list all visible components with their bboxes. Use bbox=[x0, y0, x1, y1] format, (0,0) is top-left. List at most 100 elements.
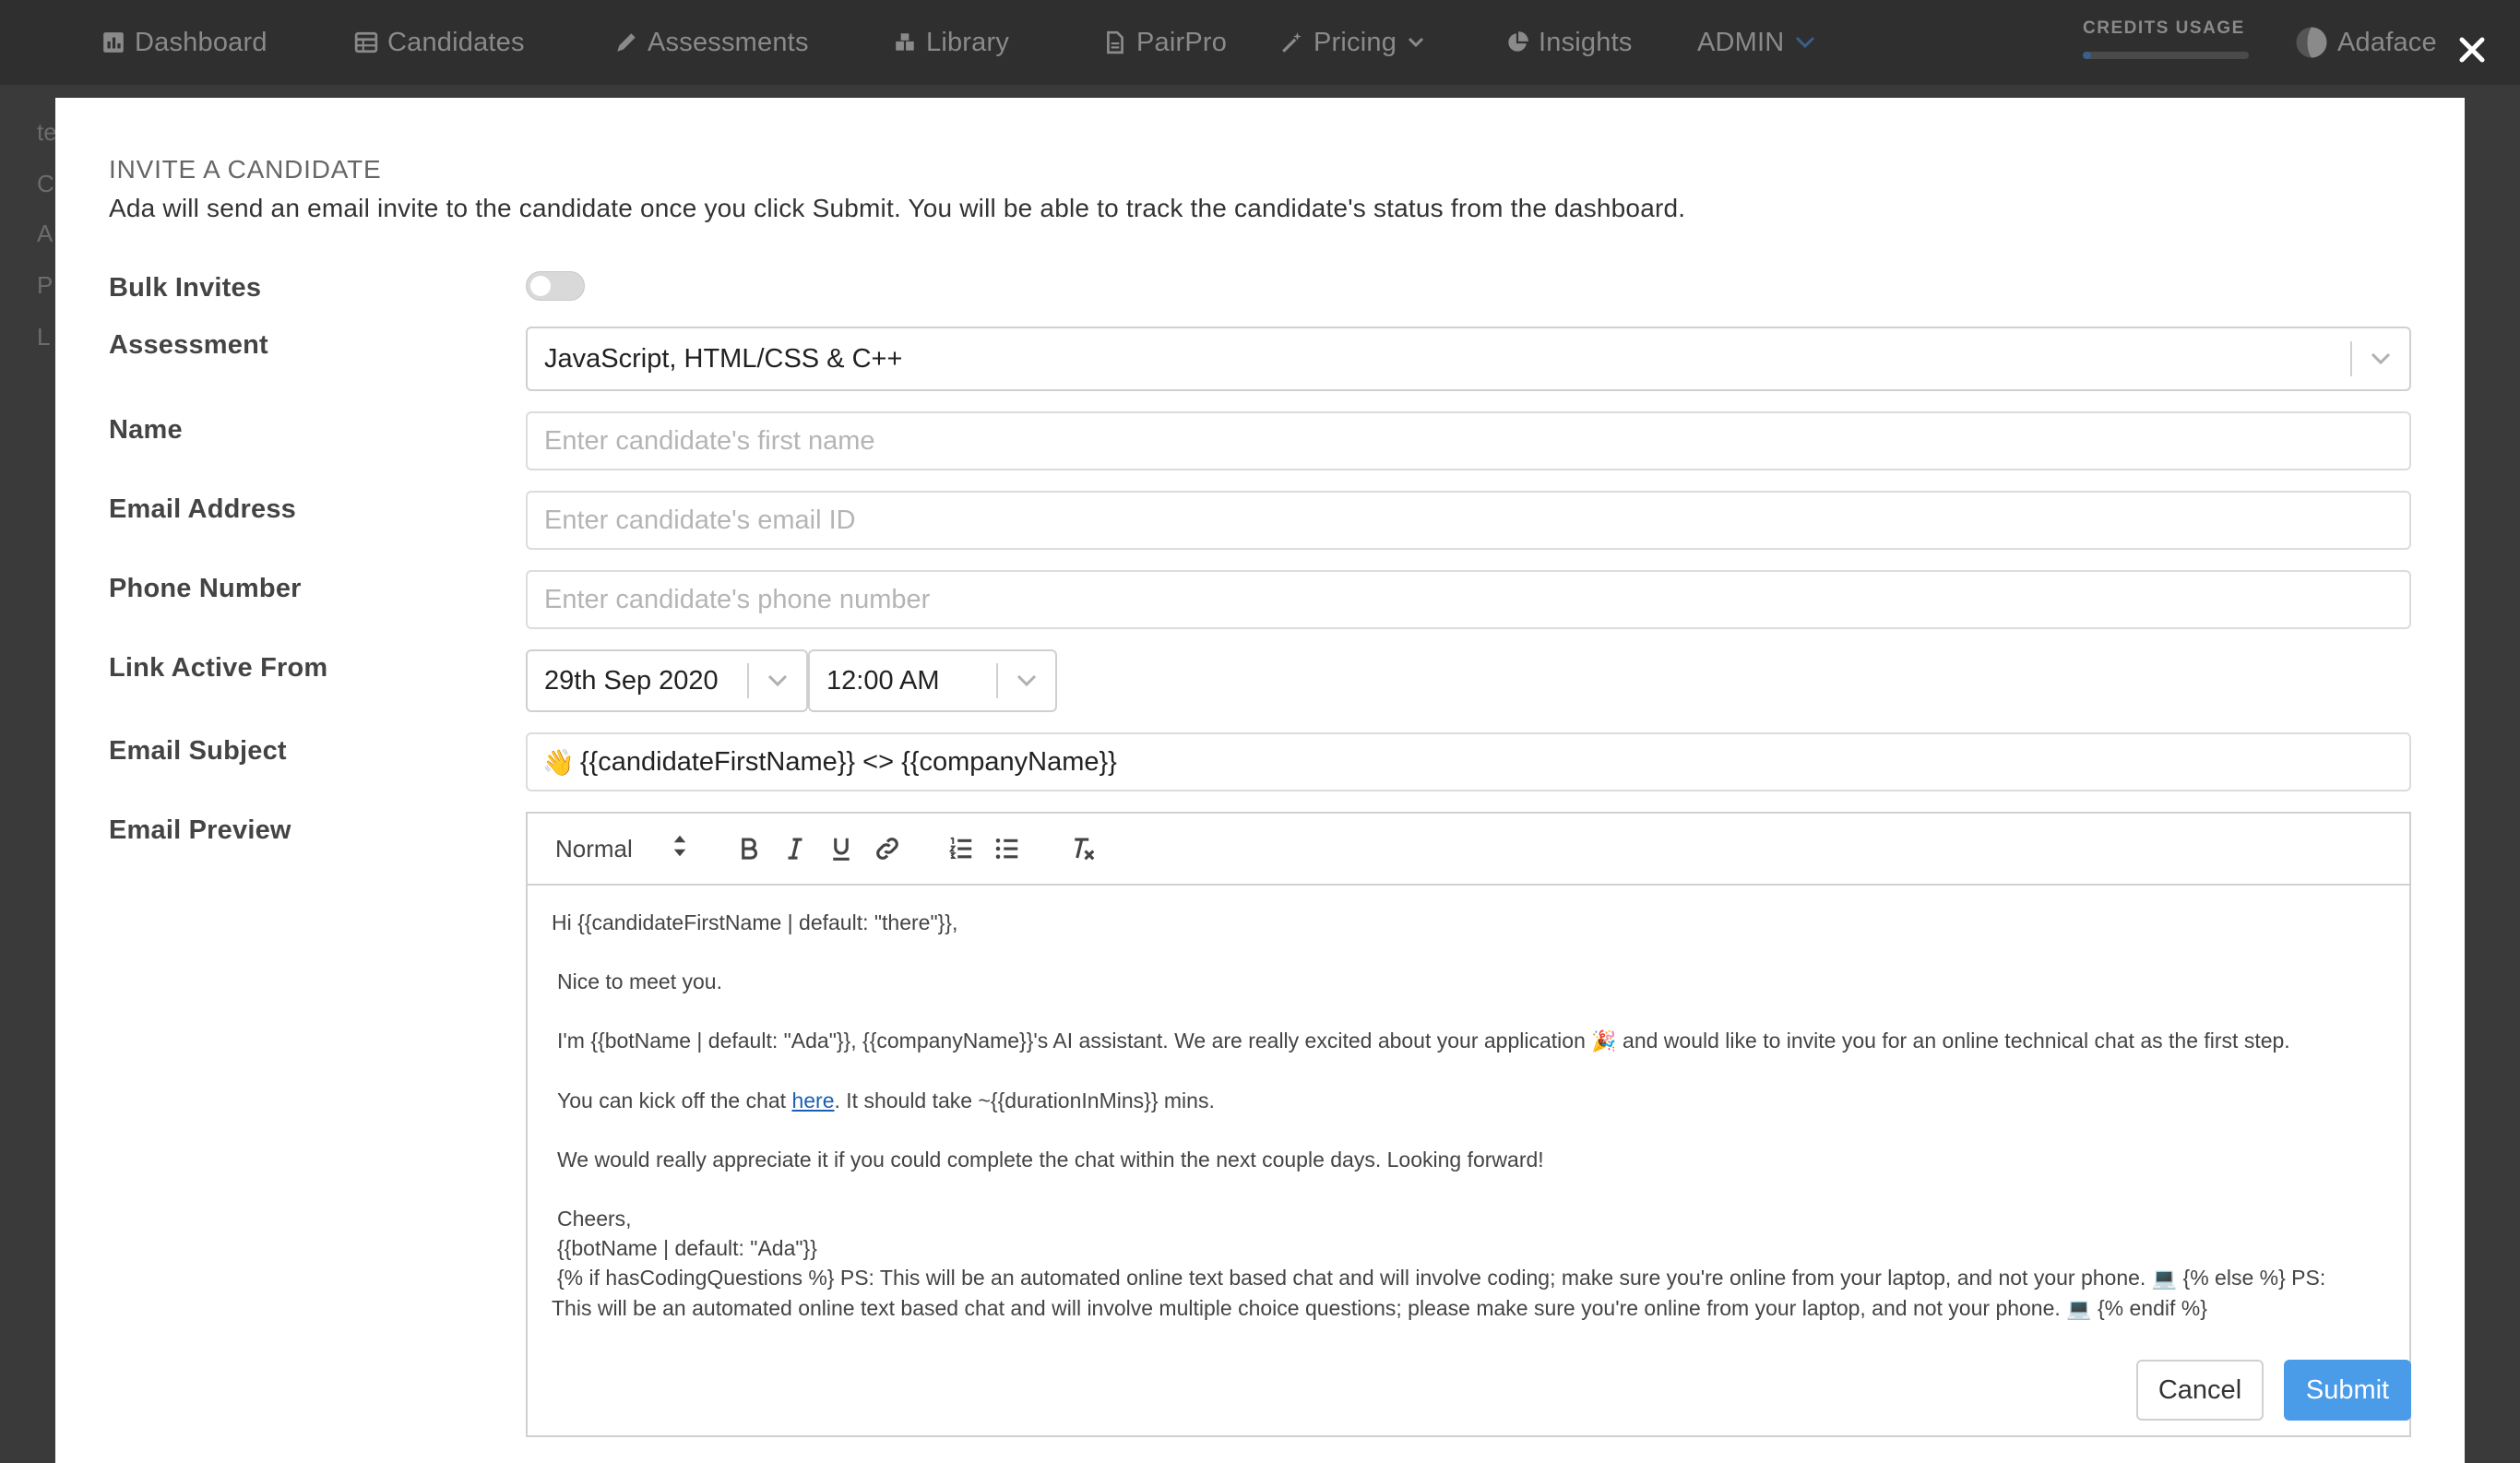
nav-pricing-label: Pricing bbox=[1313, 27, 1397, 57]
nav-candidates[interactable]: Candidates bbox=[354, 24, 525, 61]
invite-candidate-modal: INVITE A CANDIDATE Ada will send an emai… bbox=[55, 98, 2465, 1463]
background-text: te bbox=[37, 118, 57, 146]
clear-format-button[interactable] bbox=[1066, 832, 1100, 865]
time-select[interactable]: 12:00 AM bbox=[808, 649, 1057, 712]
bullet-list-button[interactable] bbox=[991, 832, 1024, 865]
date-value: 29th Sep 2020 bbox=[544, 665, 719, 696]
bulk-invites-toggle[interactable] bbox=[526, 271, 585, 301]
ordered-list-button[interactable] bbox=[945, 832, 978, 865]
background-text: L bbox=[37, 323, 51, 351]
credits-usage-fill bbox=[2083, 52, 2091, 59]
nav-assessments[interactable]: Assessments bbox=[614, 24, 809, 61]
email-text: and would like to invite you for an onli… bbox=[1616, 1029, 2290, 1053]
chevron-down-icon bbox=[1795, 36, 1815, 49]
updown-arrows-icon bbox=[666, 832, 694, 866]
credits-usage-label: CREDITS USAGE bbox=[2083, 18, 2245, 38]
email-text: {% else %} PS: bbox=[2177, 1266, 2326, 1290]
phone-label: Phone Number bbox=[109, 574, 302, 603]
nav-insights[interactable]: Insights bbox=[1505, 24, 1633, 61]
dashboard-icon bbox=[101, 30, 125, 54]
nav-library-label: Library bbox=[926, 27, 1010, 57]
chevron-down-icon bbox=[749, 673, 806, 688]
email-line: You can kick off the chat here. It shoul… bbox=[552, 1086, 2409, 1115]
email-subject-input[interactable]: 👋 {{candidateFirstName}} <> {{companyNam… bbox=[526, 732, 2411, 791]
italic-button[interactable] bbox=[779, 832, 812, 865]
nav-dashboard-label: Dashboard bbox=[135, 27, 267, 57]
bullet-list-icon bbox=[995, 839, 1018, 859]
waving-hand-emoji: 👋 bbox=[542, 747, 575, 777]
email-line: I'm {{botName | default: "Ada"}}, {{comp… bbox=[552, 1026, 2409, 1056]
date-select[interactable]: 29th Sep 2020 bbox=[526, 649, 808, 712]
boxes-icon bbox=[893, 30, 917, 54]
email-text: {% if hasCodingQuestions %} PS: This wil… bbox=[557, 1266, 2152, 1290]
close-modal-button[interactable] bbox=[2455, 33, 2489, 66]
time-value: 12:00 AM bbox=[826, 665, 940, 696]
email-line: We would really appreciate it if you cou… bbox=[557, 1148, 1544, 1172]
editor-toolbar: Normal bbox=[528, 814, 2409, 886]
email-text: This will be an automated online text ba… bbox=[552, 1296, 2067, 1320]
chevron-down-icon bbox=[998, 673, 1055, 688]
background-text: A bbox=[37, 220, 53, 247]
nav-insights-label: Insights bbox=[1539, 27, 1633, 57]
assessment-label: Assessment bbox=[109, 330, 268, 360]
user-menu[interactable]: Adaface bbox=[2295, 24, 2437, 61]
ordered-list-icon bbox=[948, 837, 972, 859]
laptop-emoji: 💻 bbox=[2066, 1297, 2092, 1320]
modal-description: Ada will send an email invite to the can… bbox=[109, 194, 1686, 222]
pencil-icon bbox=[614, 30, 638, 54]
submit-button[interactable]: Submit bbox=[2284, 1360, 2411, 1421]
chevron-down-icon bbox=[2352, 351, 2409, 366]
cancel-button[interactable]: Cancel bbox=[2136, 1360, 2264, 1421]
party-popper-emoji: 🎉 bbox=[1591, 1029, 1617, 1053]
email-subject-label: Email Subject bbox=[109, 736, 287, 766]
email-line: {% if hasCodingQuestions %} PS: This wil… bbox=[552, 1263, 2409, 1293]
email-preview-editor[interactable]: Normal Hi {{candidateFirstName | default… bbox=[526, 812, 2411, 1437]
email-greeting: Hi {{candidateFirstName | default: "ther… bbox=[552, 910, 958, 934]
credits-usage[interactable]: CREDITS USAGE bbox=[2083, 18, 2249, 59]
nav-pricing[interactable]: Pricing bbox=[1280, 24, 1424, 61]
text-format-select[interactable]: Normal bbox=[555, 832, 694, 865]
background-text: C bbox=[37, 170, 54, 197]
assessment-value: JavaScript, HTML/CSS & C++ bbox=[544, 343, 903, 374]
email-line: This will be an automated online text ba… bbox=[552, 1293, 2409, 1324]
nav-library[interactable]: Library bbox=[893, 24, 1009, 61]
nav-assessments-label: Assessments bbox=[648, 27, 809, 57]
email-text: {% endif %} bbox=[2091, 1296, 2207, 1320]
toggle-knob bbox=[530, 276, 551, 296]
email-label: Email Address bbox=[109, 494, 296, 524]
phone-input[interactable] bbox=[526, 570, 2411, 629]
email-input[interactable] bbox=[526, 491, 2411, 550]
top-navigation: Dashboard Candidates Assessments Library… bbox=[0, 0, 2520, 85]
nav-admin[interactable]: ADMIN bbox=[1697, 24, 1815, 61]
underline-button[interactable] bbox=[825, 832, 858, 865]
background-text: P bbox=[37, 271, 53, 299]
name-input[interactable] bbox=[526, 411, 2411, 470]
link-icon bbox=[876, 838, 898, 860]
email-text: You can kick off the chat bbox=[557, 1088, 792, 1112]
italic-icon bbox=[788, 838, 802, 860]
nav-pairpro-label: PairPro bbox=[1136, 27, 1228, 57]
bold-icon bbox=[742, 838, 757, 860]
nav-pairpro[interactable]: PairPro bbox=[1103, 24, 1227, 61]
credits-usage-bar bbox=[2083, 52, 2249, 59]
link-active-label: Link Active From bbox=[109, 653, 328, 683]
nav-dashboard[interactable]: Dashboard bbox=[101, 24, 267, 61]
email-preview-body[interactable]: Hi {{candidateFirstName | default: "ther… bbox=[528, 886, 2409, 1324]
email-line: {{botName | default: "Ada"}} bbox=[557, 1236, 817, 1260]
close-icon bbox=[2459, 37, 2485, 63]
magic-wand-icon bbox=[1280, 30, 1304, 54]
email-line: Cheers, bbox=[557, 1207, 632, 1231]
name-label: Name bbox=[109, 415, 183, 445]
clear-format-icon bbox=[1075, 838, 1095, 861]
assessment-select[interactable]: JavaScript, HTML/CSS & C++ bbox=[526, 327, 2411, 391]
chat-link[interactable]: here bbox=[791, 1088, 834, 1112]
bold-button[interactable] bbox=[732, 832, 766, 865]
bulk-invites-label: Bulk Invites bbox=[109, 273, 262, 303]
nav-admin-label: ADMIN bbox=[1697, 27, 1785, 57]
email-preview-label: Email Preview bbox=[109, 815, 291, 845]
file-icon bbox=[1103, 30, 1127, 54]
user-avatar-icon bbox=[2295, 26, 2328, 59]
table-icon bbox=[354, 30, 378, 54]
link-button[interactable] bbox=[871, 832, 904, 865]
pie-chart-icon bbox=[1505, 30, 1529, 54]
